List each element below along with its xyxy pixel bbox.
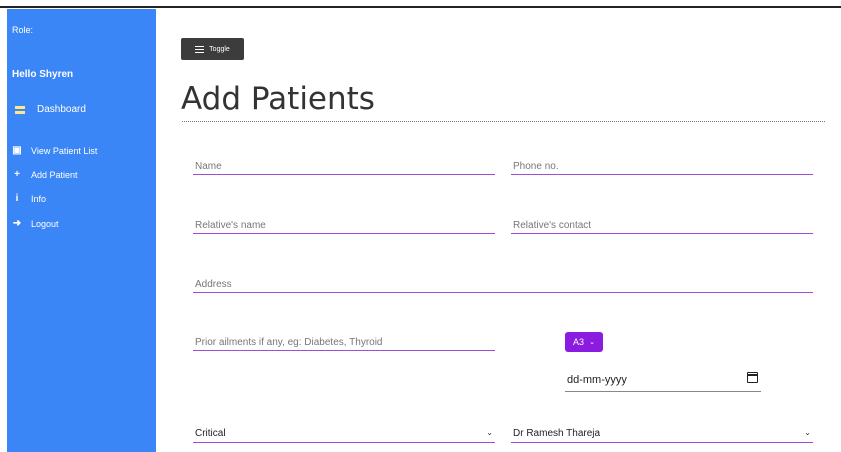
plus-icon: + xyxy=(14,169,20,180)
page-title: Add Patients xyxy=(181,81,375,117)
info-icon: i xyxy=(15,193,19,204)
id-card-icon: ▣ xyxy=(12,145,22,156)
title-divider xyxy=(182,121,825,122)
sidebar-item-label: Add Patient xyxy=(31,169,78,180)
chevron-down-icon: ⌄ xyxy=(804,428,811,437)
sidebar-item-dashboard[interactable]: Dashboard xyxy=(15,104,86,115)
toggle-sidebar-button[interactable]: Toggle xyxy=(181,38,244,60)
sign-out-icon: ➜ xyxy=(12,218,22,229)
name-input[interactable] xyxy=(193,159,495,175)
doctor-value: Dr Ramesh Thareja xyxy=(513,428,601,439)
chevron-down-icon: ⌄ xyxy=(486,428,493,437)
ailments-input[interactable] xyxy=(193,335,495,351)
sidebar-item-info[interactable]: i Info xyxy=(12,193,46,204)
address-input[interactable] xyxy=(193,277,813,293)
role-label: Role: xyxy=(12,25,34,35)
greeting: Hello Shyren xyxy=(12,69,74,80)
sidebar-item-label: Dashboard xyxy=(37,104,86,115)
window-top-border xyxy=(0,0,841,8)
sidebar-item-label: Info xyxy=(31,193,47,204)
sidebar-item-add-patient[interactable]: + Add Patient xyxy=(12,169,78,180)
phone-input[interactable] xyxy=(511,159,813,175)
sidebar-item-label: Logout xyxy=(31,218,59,229)
hamburger-icon xyxy=(195,45,205,53)
relative-contact-input[interactable] xyxy=(511,218,813,234)
dashboard-icon xyxy=(15,105,25,114)
ward-value: A3 xyxy=(573,337,585,347)
relative-name-input[interactable] xyxy=(193,218,495,234)
chevron-down-icon: ⌄ xyxy=(589,339,595,346)
sidebar: Role: Hello Shyren Dashboard ▣ View Pati… xyxy=(7,9,156,452)
condition-value: Critical xyxy=(195,428,226,439)
ward-dropdown-button[interactable]: A3 ⌄ xyxy=(565,332,603,352)
toggle-label: Toggle xyxy=(209,45,230,53)
doctor-select[interactable]: Dr Ramesh Thareja ⌄ xyxy=(511,427,813,443)
sidebar-item-logout[interactable]: ➜ Logout xyxy=(12,218,59,229)
sidebar-item-view-patient-list[interactable]: ▣ View Patient List xyxy=(12,145,97,156)
condition-select[interactable]: Critical ⌄ xyxy=(193,427,495,443)
sidebar-item-label: View Patient List xyxy=(31,145,98,156)
date-input[interactable]: dd-mm-yyyy xyxy=(565,372,761,392)
date-placeholder: dd-mm-yyyy xyxy=(567,374,627,386)
main-content: Toggle Add Patients A3 ⌄ dd-mm-yyyy Crit… xyxy=(156,9,841,452)
calendar-icon[interactable] xyxy=(747,372,758,383)
